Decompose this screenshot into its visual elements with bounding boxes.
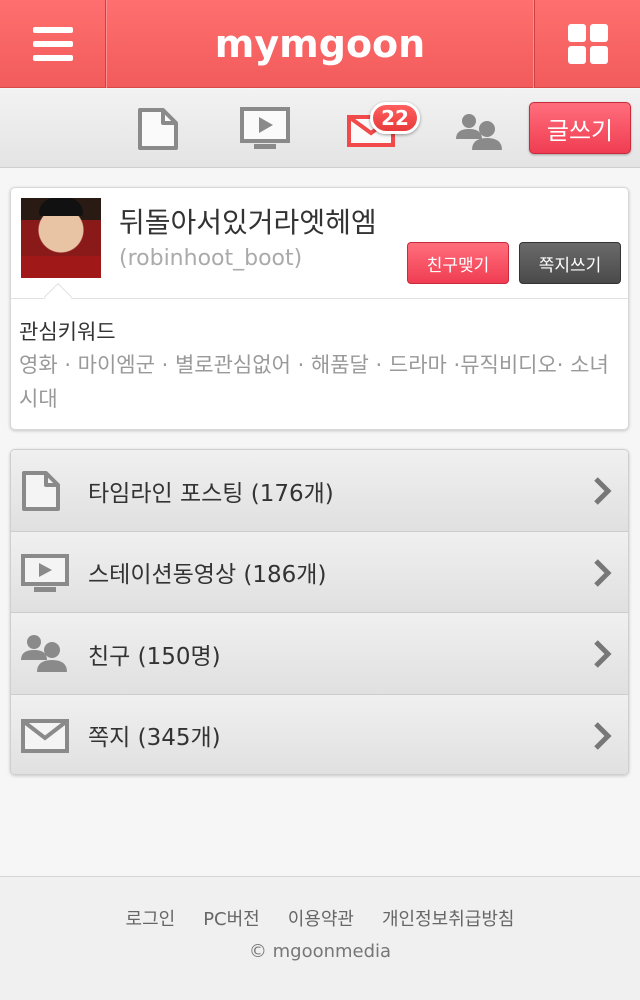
add-friend-button[interactable]: 친구맺기	[407, 242, 509, 284]
avatar-pointer	[43, 282, 73, 312]
document-icon	[21, 470, 61, 516]
footer-links: 로그인 PC버전 이용약관 개인정보취급방침	[0, 905, 640, 931]
privacy-policy-link[interactable]: 개인정보취급방침	[382, 905, 514, 931]
avatar[interactable]	[21, 198, 101, 278]
menu-item-label: 친구 (150명)	[88, 643, 221, 670]
mail-icon	[21, 718, 69, 757]
unread-count-badge: 22	[370, 102, 420, 134]
document-icon[interactable]	[137, 107, 179, 155]
menu-item-station-videos[interactable]: 스테이션동영상 (186개)	[11, 531, 628, 613]
divider	[11, 298, 628, 299]
menu-button[interactable]	[0, 0, 106, 88]
profile-menu-list: 타임라인 포스팅 (176개) 스테이션동영상 (186개) 친구 (150명)…	[10, 449, 629, 775]
chevron-right-icon	[592, 558, 612, 592]
profile-name: 뒤돌아서있거라엣헤엠	[119, 206, 377, 239]
friends-icon	[21, 633, 67, 677]
pc-version-link[interactable]: PC버전	[203, 905, 260, 931]
menu-item-label: 쪽지 (345개)	[88, 725, 221, 751]
chevron-right-icon	[592, 476, 612, 510]
keywords-title: 관심키워드	[19, 320, 116, 344]
profile-card: 뒤돌아서있거라엣헤엠 (robinhoot_boot) 친구맺기 쪽지쓰기 관심…	[10, 187, 629, 430]
login-link[interactable]: 로그인	[126, 905, 176, 931]
chevron-right-icon	[592, 721, 612, 755]
write-button[interactable]: 글쓰기	[529, 102, 631, 154]
menu-item-timeline[interactable]: 타임라인 포스팅 (176개)	[11, 450, 628, 532]
menu-item-label: 타임라인 포스팅 (176개)	[88, 480, 334, 507]
send-message-button[interactable]: 쪽지쓰기	[519, 242, 621, 284]
app-logo[interactable]: mymgoon	[106, 0, 534, 88]
hamburger-icon	[32, 27, 73, 61]
menu-item-label: 스테이션동영상 (186개)	[88, 562, 327, 588]
top-header: mymgoon	[0, 0, 640, 88]
terms-link[interactable]: 이용약관	[288, 905, 354, 931]
menu-item-messages[interactable]: 쪽지 (345개)	[11, 694, 628, 774]
copyright: © mgoonmedia	[248, 941, 392, 962]
footer: 로그인 PC버전 이용약관 개인정보취급방침 © mgoonmedia	[0, 876, 640, 1000]
video-station-icon	[21, 553, 69, 598]
menu-item-friends[interactable]: 친구 (150명)	[11, 613, 628, 695]
video-station-icon[interactable]	[240, 107, 290, 155]
keywords-list: 영화 · 마이엠군 · 별로관심없어 · 해품달 · 드라마 ·뮤직비디오· 소…	[19, 353, 609, 411]
friends-icon[interactable]	[455, 113, 503, 155]
profile-user-id: (robinhoot_boot)	[119, 246, 303, 271]
chevron-right-icon	[592, 639, 612, 673]
apps-button[interactable]	[534, 0, 640, 88]
grid-icon	[567, 24, 608, 64]
